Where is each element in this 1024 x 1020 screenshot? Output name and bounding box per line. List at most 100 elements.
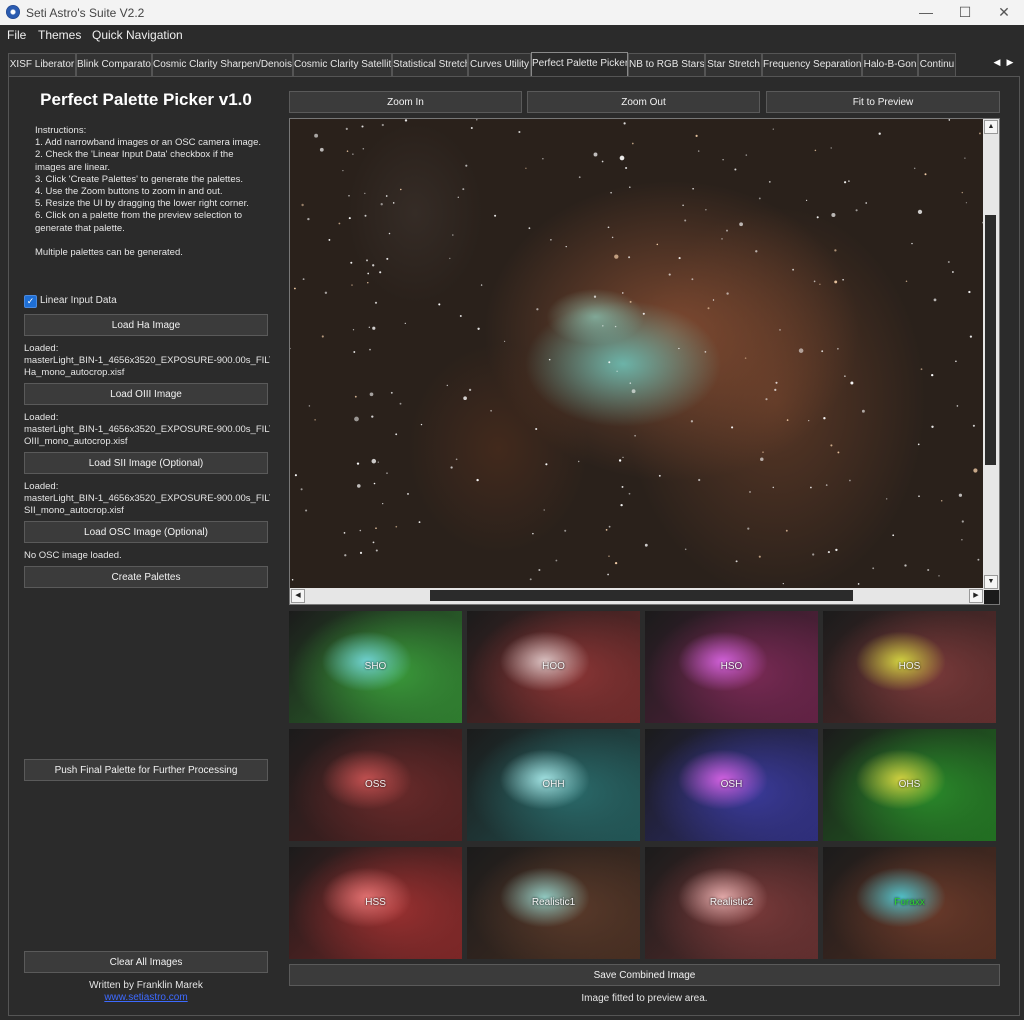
star xyxy=(948,119,951,121)
save-combined-image-button[interactable]: Save Combined Image xyxy=(289,964,1000,986)
star xyxy=(917,443,920,446)
load-ha-button[interactable]: Load Ha Image xyxy=(24,314,268,336)
star xyxy=(392,202,395,204)
vertical-scroll-thumb[interactable] xyxy=(985,215,996,465)
status-text: Image fitted to preview area. xyxy=(581,993,708,1004)
star xyxy=(308,405,311,407)
star xyxy=(371,458,377,464)
star xyxy=(726,229,728,232)
scroll-down-icon[interactable]: ▼ xyxy=(984,575,998,589)
star xyxy=(321,335,324,338)
load-sii-button[interactable]: Load SII Image (Optional) xyxy=(24,452,268,474)
maximize-button[interactable]: ☐ xyxy=(946,0,984,25)
star xyxy=(745,154,748,156)
website-link[interactable]: www.setiastro.com xyxy=(104,992,187,1003)
star xyxy=(518,130,521,134)
star xyxy=(368,326,370,328)
star xyxy=(812,553,815,556)
close-button[interactable]: ✕ xyxy=(985,0,1023,25)
tab-star-stretch[interactable]: Star Stretch xyxy=(705,53,762,76)
star xyxy=(577,460,580,463)
star xyxy=(459,315,462,317)
vertical-scrollbar[interactable]: ▲ ▼ xyxy=(983,119,999,590)
tab-scroll-right-icon[interactable]: ▶ xyxy=(1004,54,1016,70)
scroll-right-icon[interactable]: ▶ xyxy=(969,589,983,603)
page-title: Perfect Palette Picker v1.0 xyxy=(40,90,252,109)
star xyxy=(927,568,930,572)
menu-quick-navigation[interactable]: Quick Navigation xyxy=(92,28,183,42)
star xyxy=(490,409,492,412)
horizontal-scrollbar[interactable]: ◀ ▶ xyxy=(290,588,984,604)
create-palettes-button[interactable]: Create Palettes xyxy=(24,566,268,588)
star xyxy=(390,391,393,394)
palette-thumbnail-hso[interactable]: HSO xyxy=(645,611,818,723)
tab-perfect-palette-picker[interactable]: Perfect Palette Picker xyxy=(531,52,628,77)
palette-thumbnail-ohh[interactable]: OHH xyxy=(467,729,640,841)
zoom-in-button[interactable]: Zoom In xyxy=(289,91,522,113)
star xyxy=(465,164,468,167)
tab-frequency-separation[interactable]: Frequency Separation xyxy=(762,53,862,76)
star xyxy=(470,126,473,130)
sii-loaded-file: SII_mono_autocrop.xisf xyxy=(24,505,124,516)
zoom-out-button[interactable]: Zoom Out xyxy=(527,91,760,113)
tab-nb-to-rgb-stars[interactable]: NB to RGB Stars xyxy=(628,53,705,76)
star xyxy=(878,132,881,135)
ha-loaded-file: Ha_mono_autocrop.xisf xyxy=(24,367,125,378)
load-oiii-button[interactable]: Load OIII Image xyxy=(24,383,268,405)
menu-themes[interactable]: Themes xyxy=(38,28,81,42)
tab-blink-comparator[interactable]: Blink Comparator xyxy=(76,53,152,76)
palette-thumbnail-realistic2[interactable]: Realistic2 xyxy=(645,847,818,959)
minimize-button[interactable]: — xyxy=(907,0,945,25)
tab-curves-utility[interactable]: Curves Utility xyxy=(468,53,531,76)
tab-xisf-liberator[interactable]: XISF Liberator xyxy=(8,53,76,76)
palette-thumbnail-realistic1[interactable]: Realistic1 xyxy=(467,847,640,959)
tab-cosmic-clarity-satellite[interactable]: Cosmic Clarity Satellite xyxy=(293,53,392,76)
palette-label: Realistic2 xyxy=(709,897,754,908)
horizontal-scroll-thumb[interactable] xyxy=(430,590,853,601)
star xyxy=(952,271,954,273)
star xyxy=(463,396,467,401)
tab-statistical-stretch[interactable]: Statistical Stretch xyxy=(392,53,468,76)
push-final-palette-button[interactable]: Push Final Palette for Further Processin… xyxy=(24,759,268,781)
palette-thumbnail-oss[interactable]: OSS xyxy=(289,729,462,841)
star xyxy=(450,466,453,469)
fit-to-preview-button[interactable]: Fit to Preview xyxy=(766,91,1000,113)
star xyxy=(352,329,355,331)
star xyxy=(614,254,619,259)
palette-label: OHH xyxy=(542,779,565,790)
star xyxy=(618,459,622,462)
menu-file[interactable]: File xyxy=(7,28,26,42)
star xyxy=(359,529,362,532)
palette-thumbnail-hos[interactable]: HOS xyxy=(823,611,996,723)
star xyxy=(449,257,451,260)
oiii-loaded-file: OIII_mono_autocrop.xisf xyxy=(24,436,128,447)
linear-input-checkbox[interactable]: ✓ xyxy=(24,295,37,308)
star xyxy=(314,419,316,421)
palette-thumbnail-sho[interactable]: SHO xyxy=(289,611,462,723)
palette-thumbnail-hss[interactable]: HSS xyxy=(289,847,462,959)
clear-all-images-button[interactable]: Clear All Images xyxy=(24,951,268,973)
ha-loaded-path: masterLight_BIN-1_4656x3520_EXPOSURE-900… xyxy=(24,355,270,366)
palette-thumbnail-hoo[interactable]: HOO xyxy=(467,611,640,723)
star xyxy=(348,195,350,197)
star xyxy=(835,548,838,552)
ha-loaded-info: Loaded: masterLight_BIN-1_4656x3520_EXPO… xyxy=(24,343,270,379)
star xyxy=(420,423,423,426)
scroll-up-icon[interactable]: ▲ xyxy=(984,120,998,134)
scroll-left-icon[interactable]: ◀ xyxy=(291,589,305,603)
tab-scroll-left-icon[interactable]: ◀ xyxy=(991,54,1003,70)
star xyxy=(965,202,968,204)
instruction-line: 2. Check the 'Linear Input Data' checkbo… xyxy=(35,149,234,161)
star xyxy=(779,329,781,331)
star xyxy=(656,243,659,246)
load-osc-button[interactable]: Load OSC Image (Optional) xyxy=(24,521,268,543)
tab-cosmic-clarity-sharpen-denoise[interactable]: Cosmic Clarity Sharpen/Denoise xyxy=(152,53,293,76)
palette-thumbnail-ohs[interactable]: OHS xyxy=(823,729,996,841)
star xyxy=(831,212,836,218)
palette-thumbnail-foraxx[interactable]: Foraxx xyxy=(823,847,996,959)
star xyxy=(348,217,351,220)
tab-continu[interactable]: Continu xyxy=(918,53,956,76)
tab-halo-b-gon[interactable]: Halo-B-Gon xyxy=(862,53,918,76)
image-preview[interactable]: ▲ ▼ ◀ ▶ xyxy=(289,118,1000,605)
palette-thumbnail-osh[interactable]: OSH xyxy=(645,729,818,841)
